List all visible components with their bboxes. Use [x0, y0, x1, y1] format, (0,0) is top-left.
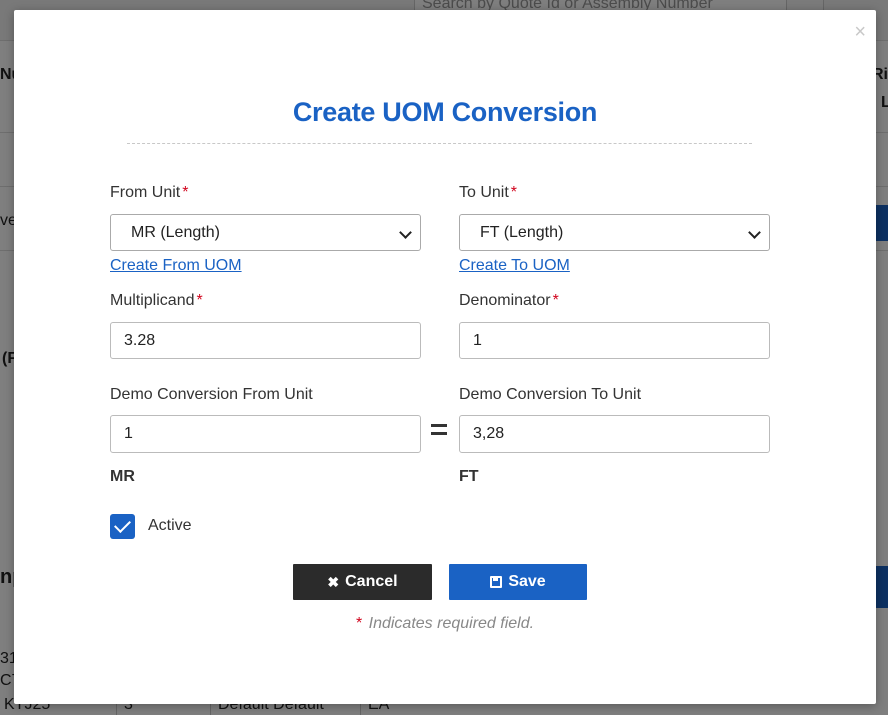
demo-to-unit: FT [459, 468, 479, 485]
to-unit-label-text: To Unit [459, 184, 509, 201]
to-unit-label: To Unit * [459, 184, 517, 202]
from-unit-value: MR (Length) [131, 224, 220, 241]
demo-to-input[interactable]: 3,28 [459, 415, 770, 453]
equals-icon [431, 424, 447, 440]
denominator-label: Denominator * [459, 292, 559, 310]
denominator-input[interactable]: 1 [459, 322, 770, 359]
required-marker: * [510, 184, 518, 201]
multiplicand-label-text: Multiplicand [110, 292, 195, 309]
demo-from-unit: MR [110, 468, 135, 485]
close-icon: ✖ [327, 574, 340, 590]
from-unit-label-text: From Unit [110, 184, 181, 201]
multiplicand-input[interactable]: 3.28 [110, 322, 421, 359]
cancel-button-label: Cancel [345, 573, 398, 590]
floppy-disk-icon [490, 576, 503, 588]
required-marker: * [355, 615, 363, 632]
save-button-label: Save [508, 573, 546, 590]
to-unit-select[interactable]: FT (Length) [459, 214, 770, 251]
multiplicand-label: Multiplicand * [110, 292, 203, 310]
cancel-button[interactable]: ✖ Cancel [293, 564, 432, 600]
close-icon[interactable]: × [854, 22, 866, 42]
from-unit-select[interactable]: MR (Length) [110, 214, 421, 251]
active-checkbox[interactable] [110, 514, 135, 539]
required-marker: * [196, 292, 203, 309]
save-button[interactable]: Save [449, 564, 587, 600]
required-note-text: Indicates required field. [368, 615, 535, 632]
from-unit-label: From Unit * [110, 184, 188, 202]
denominator-label-text: Denominator [459, 292, 551, 309]
required-marker: * [552, 292, 559, 309]
demo-to-label: Demo Conversion To Unit [459, 386, 642, 403]
to-unit-value: FT (Length) [480, 224, 564, 241]
chevron-down-icon [748, 226, 761, 239]
required-field-note: * Indicates required field. [14, 615, 876, 633]
chevron-down-icon [399, 226, 412, 239]
title-divider [127, 143, 752, 144]
create-uom-conversion-dialog: × Create UOM Conversion From Unit * MR (L… [14, 10, 876, 704]
required-marker: * [182, 184, 189, 201]
checkmark-icon [114, 516, 131, 533]
create-to-uom-link[interactable]: Create To UOM [459, 257, 570, 275]
active-label: Active [148, 517, 192, 534]
demo-from-label: Demo Conversion From Unit [110, 386, 313, 403]
demo-from-input[interactable]: 1 [110, 415, 421, 453]
create-from-uom-link[interactable]: Create From UOM [110, 257, 242, 275]
dialog-title: Create UOM Conversion [292, 97, 598, 127]
